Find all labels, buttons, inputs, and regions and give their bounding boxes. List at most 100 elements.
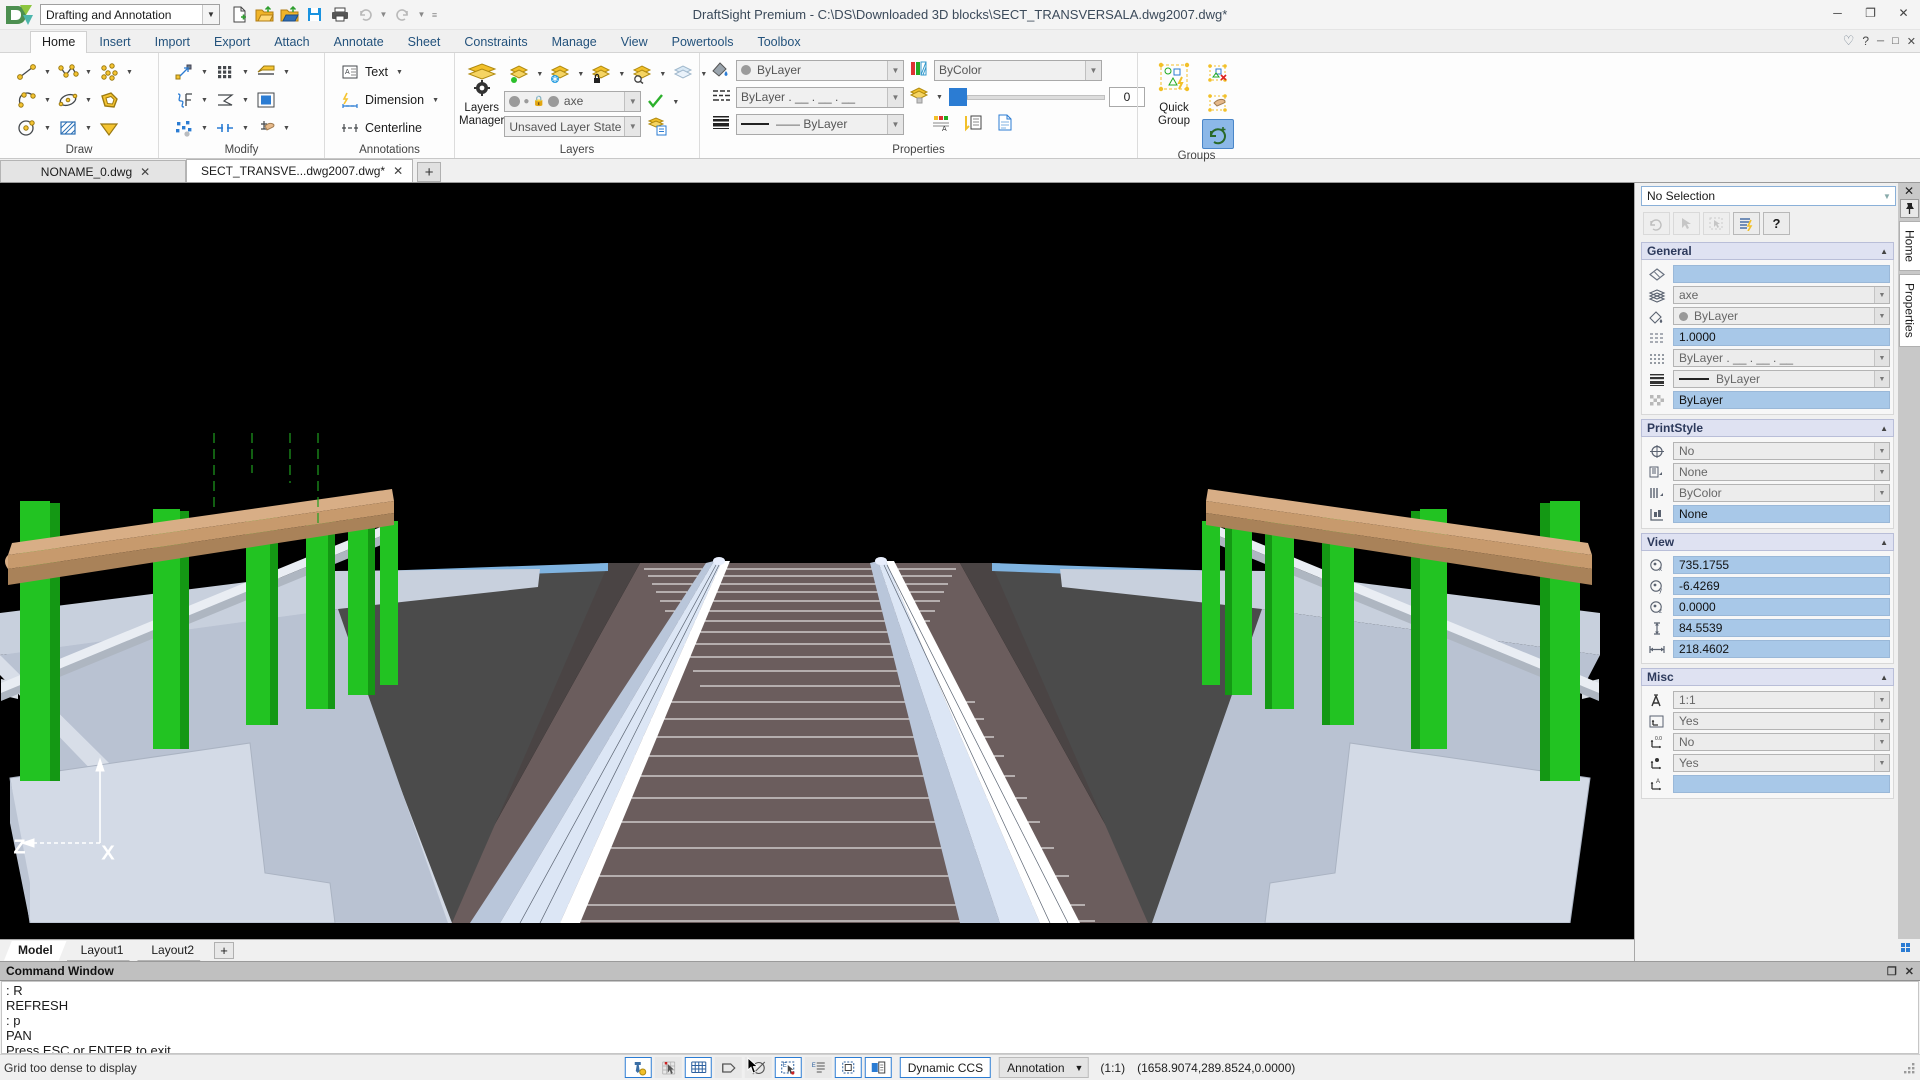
list-props-icon[interactable]: A — [930, 113, 952, 135]
chevron-down-icon[interactable]: ▼ — [670, 88, 681, 116]
chevron-down-icon[interactable]: ▼ — [887, 61, 903, 80]
properties-scroll-area[interactable]: General ▲ axe▼ — [1635, 238, 1898, 939]
line-icon[interactable] — [12, 58, 42, 86]
group-edit-icon[interactable] — [1202, 89, 1234, 119]
chevron-up-icon[interactable]: ▲ — [1880, 424, 1888, 433]
chevron-down-icon[interactable]: ▼ — [1874, 734, 1889, 750]
layer-state-combo[interactable]: Unsaved Layer State ▼ — [504, 116, 641, 137]
chevron-down-icon[interactable]: ▼ — [934, 83, 945, 111]
solid-fill-icon[interactable] — [94, 114, 124, 142]
chevron-down-icon[interactable]: ▼ — [83, 114, 94, 142]
property-row-linetype[interactable]: ByLayer . __ . __ . __▼ — [1645, 348, 1890, 368]
chevron-down-icon[interactable]: ▼ — [1874, 443, 1889, 459]
command-history[interactable]: : R REFRESH : p PAN Press ESC or ENTER t… — [1, 981, 1919, 1054]
ribbon-tab-annotate[interactable]: Annotate — [322, 31, 396, 53]
property-row-style[interactable] — [1645, 264, 1890, 284]
layer-freeze-state-icon[interactable]: ● — [523, 96, 529, 107]
chevron-down-icon[interactable]: ▼ — [202, 5, 219, 24]
window-select-icon[interactable] — [1703, 212, 1730, 235]
property-group-view[interactable]: View ▲ — [1641, 533, 1894, 551]
annotation-text-button[interactable]: A Text ▼ — [335, 58, 405, 86]
copy-props-icon[interactable] — [994, 113, 1016, 135]
property-row-ucs-per-viewport[interactable]: Yes▼ — [1645, 753, 1890, 773]
join-icon[interactable] — [210, 114, 240, 142]
transparency-value[interactable]: ByLayer — [1673, 391, 1890, 409]
quick-properties-icon[interactable] — [1733, 212, 1760, 235]
scale-icon[interactable] — [251, 86, 281, 114]
layers-manager-button[interactable]: Layers Manager — [459, 58, 504, 128]
chevron-down-icon[interactable]: ▼ — [575, 60, 586, 88]
property-row-height[interactable]: 84.5539 — [1645, 618, 1890, 638]
layout-tab-layout2[interactable]: Layout2 — [137, 941, 208, 961]
chevron-down-icon[interactable]: ▼ — [281, 58, 292, 86]
lineweight-display-icon[interactable] — [835, 1057, 862, 1078]
selection-combo[interactable]: No Selection ▼ — [1641, 186, 1896, 206]
save-disk-icon[interactable] — [303, 3, 326, 26]
ribbon-tab-manage[interactable]: Manage — [540, 31, 609, 53]
home-vtab[interactable]: Home — [1899, 221, 1920, 271]
question-icon[interactable]: ? — [1763, 212, 1790, 235]
property-row-transparency[interactable]: ByLayer — [1645, 390, 1890, 410]
property-row-center-z[interactable]: z 0.0000 — [1645, 597, 1890, 617]
lineweight-value-field[interactable]: ByLayer▼ — [1673, 370, 1890, 388]
layer-inspect-icon[interactable] — [627, 60, 657, 88]
ribbon-tab-constraints[interactable]: Constraints — [452, 31, 539, 53]
property-row-annotation-scale[interactable]: 1:1▼ — [1645, 690, 1890, 710]
ortho-icon[interactable] — [715, 1057, 742, 1078]
property-row-color[interactable]: ByLayer▼ — [1645, 306, 1890, 326]
layout-tab-layout1[interactable]: Layout1 — [67, 941, 138, 961]
ribbon-tab-insert[interactable]: Insert — [87, 31, 142, 53]
circle-icon[interactable] — [12, 114, 42, 142]
linescale-value[interactable]: 1.0000 — [1673, 328, 1890, 346]
move-icon[interactable] — [169, 58, 199, 86]
close-button[interactable]: ✕ — [1887, 0, 1920, 26]
layer-value-field[interactable]: axe▼ — [1673, 286, 1890, 304]
ribbon-tab-export[interactable]: Export — [202, 31, 262, 53]
document-tab-sect-transversala[interactable]: SECT_TRANSVE...dwg2007.dwg* ✕ — [186, 159, 413, 182]
chevron-down-icon[interactable]: ▼ — [624, 92, 640, 111]
quickprops-icon[interactable] — [865, 1057, 892, 1078]
close-ribbon-x-icon[interactable]: ✕ — [1907, 35, 1916, 48]
chamfer-icon[interactable] — [251, 58, 281, 86]
color-combo[interactable]: ByLayer ▼ — [736, 60, 904, 81]
linetype-combo[interactable]: ByLayer . __ . __ . __ ▼ — [736, 87, 904, 108]
polar-icon[interactable] — [745, 1057, 772, 1078]
erase-hand-icon[interactable] — [251, 114, 281, 142]
property-group-misc[interactable]: Misc ▲ — [1641, 668, 1894, 686]
chevron-down-icon[interactable]: ▼ — [281, 114, 292, 142]
layer-on-state-icon[interactable] — [509, 96, 520, 107]
layer-tools-icon[interactable] — [647, 116, 669, 139]
chevron-down-icon[interactable]: ▼ — [199, 114, 210, 142]
open-folder-icon[interactable] — [253, 3, 276, 26]
trim-icon[interactable] — [210, 86, 240, 114]
overflow-icon[interactable]: ≡ — [429, 3, 440, 26]
center-z-value[interactable]: 0.0000 — [1673, 598, 1890, 616]
chevron-down-icon[interactable]: ▼ — [657, 60, 668, 88]
annotation-centerline-button[interactable]: Centerline — [335, 114, 422, 142]
grid-icon[interactable] — [685, 1057, 712, 1078]
ucs-per-viewport-field[interactable]: Yes▼ — [1673, 754, 1890, 772]
layout-tab-model[interactable]: Model — [4, 941, 67, 961]
close-icon[interactable]: ✕ — [393, 164, 403, 178]
property-row-layer[interactable]: axe▼ — [1645, 285, 1890, 305]
printstyle-table-field[interactable]: None▼ — [1673, 463, 1890, 481]
property-row-center-x[interactable]: x 735.1755 — [1645, 555, 1890, 575]
dimension-icon[interactable] — [335, 86, 365, 114]
close-ribbon-icon[interactable]: □ — [1892, 35, 1899, 47]
drawing-canvas[interactable]: Z X — [0, 183, 1634, 939]
minimize-button[interactable]: ─ — [1821, 0, 1854, 26]
chevron-down-icon[interactable]: ▼ — [42, 86, 53, 114]
entity-snap-icon[interactable] — [655, 1057, 682, 1078]
explode-icon[interactable] — [169, 114, 199, 142]
chevron-down-icon[interactable]: ▼ — [430, 86, 441, 114]
chevron-down-icon[interactable]: ▼ — [42, 58, 53, 86]
etrack-icon[interactable]: E — [805, 1057, 832, 1078]
transparency-slider-track[interactable] — [967, 95, 1105, 100]
layer-freeze-icon[interactable] — [545, 60, 575, 88]
annotation-scale-field[interactable]: 1:1▼ — [1673, 691, 1890, 709]
snap-icon[interactable] — [625, 1057, 652, 1078]
chevron-down-icon[interactable]: ▼ — [1874, 713, 1889, 729]
pattern-array-icon[interactable] — [210, 58, 240, 86]
chevron-up-icon[interactable]: ▲ — [1880, 673, 1888, 682]
printstyle-target-field[interactable]: No▼ — [1673, 442, 1890, 460]
